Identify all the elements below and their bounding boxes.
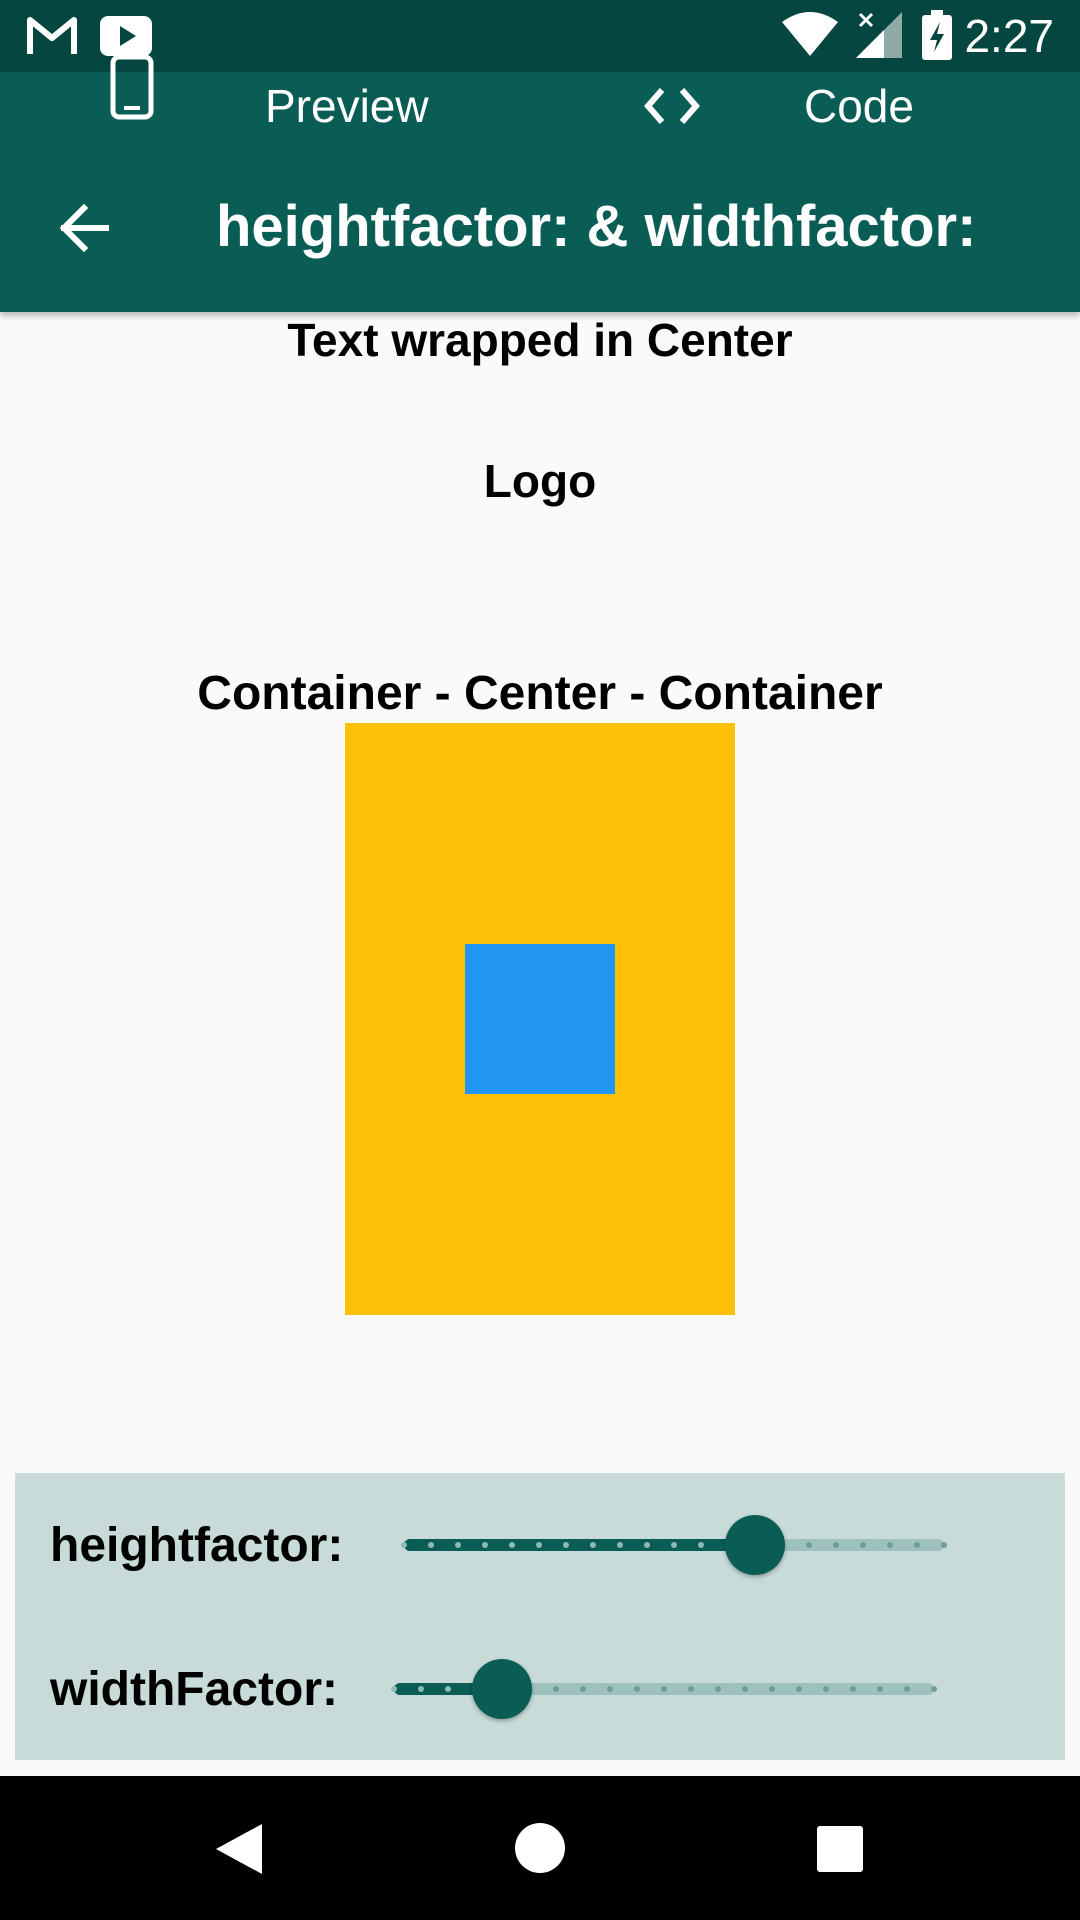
phone-icon [110, 54, 154, 125]
slider-tick [661, 1686, 667, 1692]
slider-tick [482, 1542, 488, 1548]
slider-tick [688, 1686, 694, 1692]
slider-tick [455, 1542, 461, 1548]
center-heading: Text wrapped in Center [287, 314, 793, 366]
slider-tick [590, 1542, 596, 1548]
slider-tick [445, 1686, 451, 1692]
slider-tick [806, 1542, 812, 1548]
slider-tick [428, 1542, 434, 1548]
slider-tick [887, 1542, 893, 1548]
slider-tick [877, 1686, 883, 1692]
slider-tick [914, 1542, 920, 1548]
controls-panel: heightfactor: widthFactor: [15, 1473, 1065, 1760]
heightfactor-slider[interactable] [401, 1515, 947, 1575]
app-bar: heightfactor: & widthfactor: [0, 144, 1080, 312]
signal-icon [856, 12, 902, 63]
slider-tick [401, 1542, 407, 1548]
home-circle-icon[interactable] [514, 1822, 566, 1879]
code-brackets-icon [640, 84, 704, 133]
logo-text: Logo [483, 455, 597, 507]
wifi-icon [782, 12, 838, 61]
slider-tick [580, 1686, 586, 1692]
tab-code-label: Code [804, 80, 914, 132]
slider-thumb[interactable] [472, 1659, 532, 1719]
slider-tick [833, 1542, 839, 1548]
tab-preview[interactable]: Preview [100, 54, 460, 144]
slider-tick [671, 1542, 677, 1548]
navigation-bar [0, 1776, 1080, 1920]
slider-tick [536, 1542, 542, 1548]
screen: 2:27 Preview Code heightfactor: & widthf… [0, 0, 1080, 1920]
slider-tick [823, 1686, 829, 1692]
widthfactor-label: widthFactor: [50, 1663, 338, 1716]
slider-tick [553, 1686, 559, 1692]
slider-tick [941, 1542, 947, 1548]
page-title: heightfactor: & widthfactor: [216, 194, 977, 259]
back-triangle-icon[interactable] [214, 1822, 264, 1881]
slider-tick [860, 1542, 866, 1548]
recents-square-icon[interactable] [817, 1826, 863, 1877]
tab-code[interactable]: Code [630, 72, 960, 144]
slider-tick [769, 1686, 775, 1692]
preview-code-tabs: Preview Code [0, 54, 1080, 144]
slider-tick [563, 1542, 569, 1548]
heightfactor-label: heightfactor: [50, 1519, 344, 1572]
status-bar: 2:27 [0, 0, 1080, 72]
slider-tick [931, 1686, 937, 1692]
slider-tick [904, 1686, 910, 1692]
slider-tick [634, 1686, 640, 1692]
widthfactor-slider[interactable] [391, 1659, 937, 1719]
tab-preview-label: Preview [265, 80, 429, 132]
status-time: 2:27 [964, 10, 1054, 62]
slider-tick [607, 1686, 613, 1692]
container-heading: Container - Center - Container [197, 667, 883, 720]
slider-tick [644, 1542, 650, 1548]
battery-icon [922, 10, 952, 65]
slider-tick [742, 1686, 748, 1692]
inner-container [465, 944, 615, 1094]
slider-tick [850, 1686, 856, 1692]
slider-tick [617, 1542, 623, 1548]
slider-tick [796, 1686, 802, 1692]
slider-tick [391, 1686, 397, 1692]
slider-tick [509, 1542, 515, 1548]
arrow-left-icon[interactable] [56, 202, 110, 259]
gmail-icon [26, 14, 78, 63]
slider-tick [418, 1686, 424, 1692]
slider-thumb[interactable] [725, 1515, 785, 1575]
slider-tick [715, 1686, 721, 1692]
slider-tick [698, 1542, 704, 1548]
